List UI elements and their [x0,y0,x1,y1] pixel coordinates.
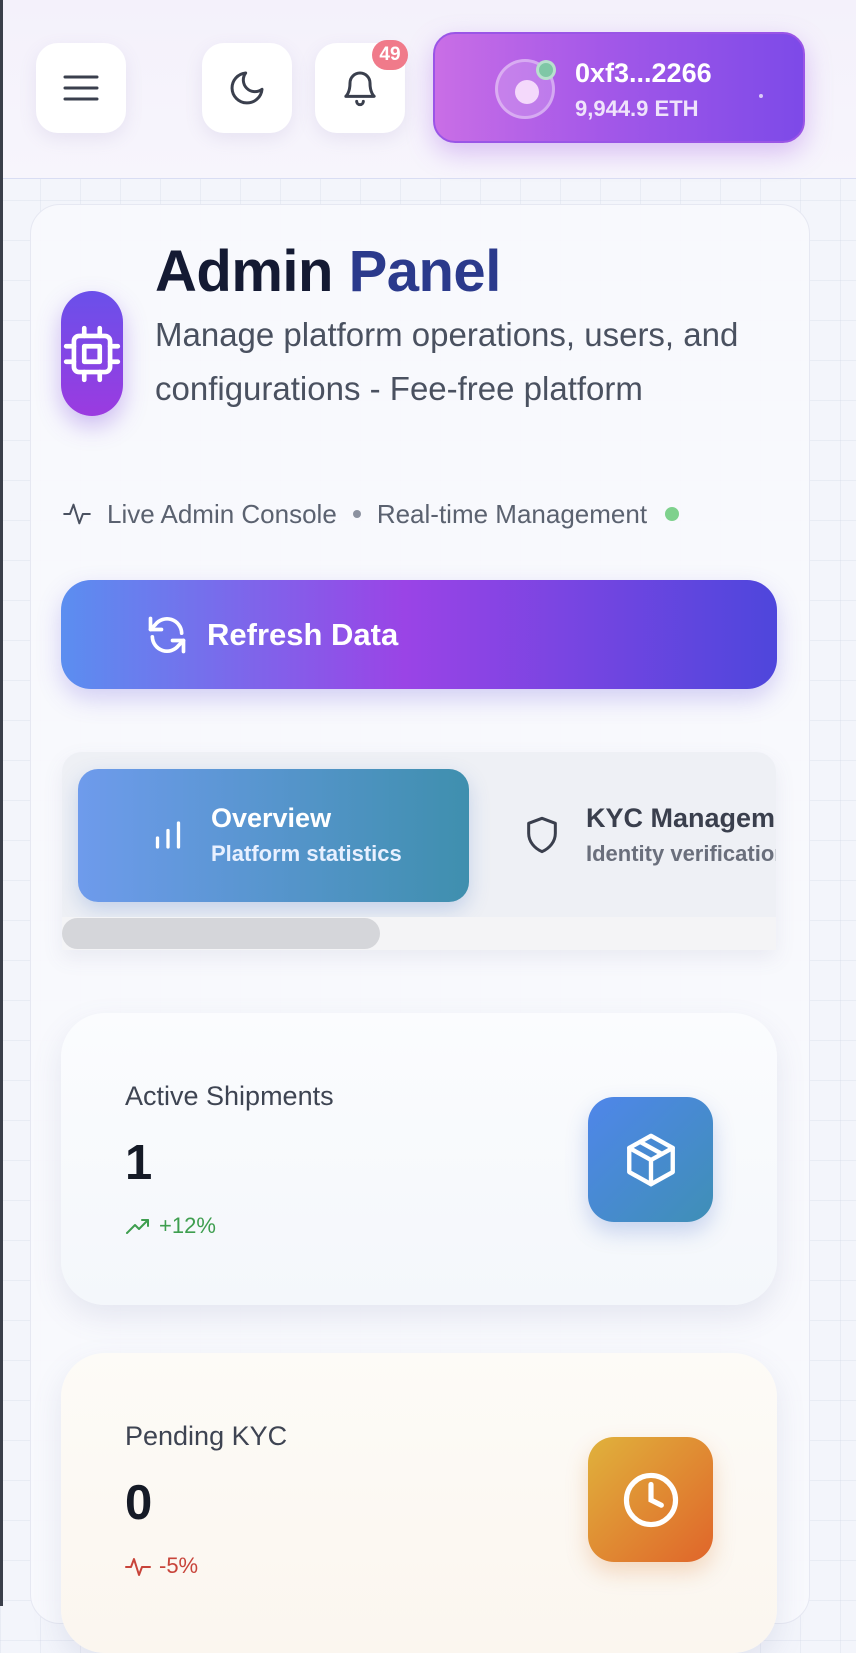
wallet-balance: 9,944.9 ETH [575,96,699,121]
tab-overview[interactable]: Overview Platform statistics [78,769,469,902]
stat-trend: +12% [125,1213,216,1239]
menu-button[interactable] [36,43,126,133]
wallet-avatar [495,59,556,119]
notifications-button[interactable]: 49 [315,40,408,133]
stat-card-pending-kyc: Pending KYC 0 -5% [61,1353,777,1653]
status-console-text: Live Admin Console [107,498,337,529]
cpu-chip-icon [63,325,121,382]
menu-icon [63,75,99,101]
admin-logo [61,291,123,416]
moon-icon [230,71,264,105]
activity-icon [63,503,91,525]
stat-trend-value: -5% [159,1553,199,1578]
wallet-dropdown-dot [759,94,763,98]
status-management-text: Real-time Management [376,498,648,529]
stat-trend-value: +12% [159,1213,216,1238]
refresh-icon [148,616,186,653]
stat-value: 0 [125,1476,153,1530]
top-header: 49 0xf3...2266 9,944.9 ETH [3,0,856,179]
stat-label: Pending KYC [125,1421,288,1451]
bar-chart-icon [155,821,181,849]
notification-count-badge: 49 [372,40,408,70]
refresh-data-label: Refresh Data [207,616,399,652]
wallet-connected-indicator [536,60,556,80]
status-separator [352,510,361,518]
tab-kyc-subtitle: Identity verification [586,841,776,866]
admin-tabs: Overview Platform statistics KYC Managem… [62,752,776,950]
stat-icon-box [588,1437,713,1562]
bell-icon [344,71,376,107]
window-frame-edge [0,0,3,1606]
page-title: Admin Panel [155,238,501,305]
wallet-button[interactable]: 0xf3...2266 9,944.9 ETH [433,32,805,143]
stat-card-active-shipments: Active Shipments 1 +12% [61,1013,777,1305]
page-subtitle: Manage platform operations, users, and c… [155,316,739,407]
tab-overview-label: Overview [211,803,332,833]
tab-kyc-label: KYC Management [586,803,776,833]
page-title-part2: Panel [348,239,502,304]
trending-up-icon [126,1219,149,1234]
refresh-data-button[interactable]: Refresh Data [61,580,777,689]
stat-trend: -5% [125,1553,198,1579]
stat-value: 1 [125,1136,153,1190]
stat-label: Active Shipments [125,1081,334,1111]
activity-icon [125,1558,151,1576]
clock-icon [623,1472,678,1527]
live-indicator [665,507,680,521]
shield-icon [527,816,557,854]
tab-overview-subtitle: Platform statistics [211,841,402,866]
status-line: Live Admin Console Real-time Management [61,496,680,532]
tab-kyc-management[interactable]: KYC Management Identity verification [507,769,776,902]
theme-toggle-button[interactable] [202,43,292,133]
tabs-scrollbar-thumb[interactable] [62,918,380,949]
stat-icon-box [588,1097,713,1222]
package-icon [626,1133,675,1186]
wallet-address: 0xf3...2266 [575,58,712,88]
page-title-part1: Admin [155,239,333,304]
